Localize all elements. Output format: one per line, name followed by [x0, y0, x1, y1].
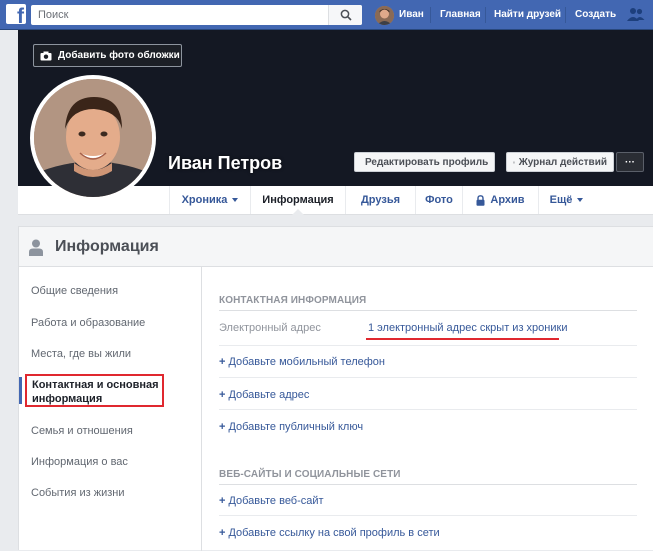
sidebar-item-contact-basic-info[interactable]: Контактная и основная информация [25, 374, 164, 407]
search-button[interactable] [328, 5, 362, 25]
sidebar-item-details-about-you[interactable]: Информация о вас [31, 456, 128, 468]
add-mobile-phone-label: Добавьте мобильный телефон [228, 356, 385, 368]
nav-user-profile[interactable] [375, 5, 394, 25]
active-indicator [19, 377, 22, 404]
sidebar-item-life-events[interactable]: События из жизни [31, 487, 124, 499]
facebook-logo-icon[interactable]: f [6, 4, 26, 24]
add-social-label: Добавьте ссылку на свой профиль в сети [228, 527, 439, 539]
contact-info-section-title: КОНТАКТНАЯ ИНФОРМАЦИЯ [219, 295, 366, 306]
tab-more[interactable]: Ещё [538, 186, 594, 214]
about-header: Информация [19, 227, 653, 267]
search-input[interactable] [31, 5, 333, 25]
add-address-link[interactable]: +Добавьте адрес [219, 389, 309, 401]
sidebar-divider [201, 267, 202, 551]
edit-profile-label: Редактировать профиль [365, 157, 488, 168]
lock-icon [476, 195, 485, 206]
nav-divider [565, 7, 566, 23]
tab-label: Фото [425, 194, 453, 206]
websites-section-title: ВЕБ-САЙТЫ И СОЦИАЛЬНЫЕ СЕТИ [219, 469, 401, 480]
nav-home-link[interactable]: Главная [440, 9, 481, 21]
nav-divider [485, 7, 486, 23]
add-social-link[interactable]: +Добавьте ссылку на свой профиль в сети [219, 527, 440, 539]
activity-log-label: Журнал действий [519, 157, 607, 168]
nav-divider [430, 7, 431, 23]
tab-photos[interactable]: Фото [415, 186, 462, 214]
section-divider [219, 484, 637, 485]
add-website-label: Добавьте веб-сайт [228, 495, 323, 507]
plus-icon: + [219, 389, 225, 401]
about-section: Информация Общие сведения Работа и образ… [18, 226, 653, 550]
profile-name: Иван Петров [168, 153, 282, 174]
highlight-underline [366, 338, 559, 340]
row-divider [219, 515, 637, 516]
tab-label: Архив [490, 194, 524, 206]
friend-requests-icon[interactable] [627, 7, 645, 25]
plus-icon: + [219, 527, 225, 539]
tab-label: Информация [262, 194, 333, 206]
logo-letter: f [17, 6, 24, 24]
chevron-down-icon [232, 198, 238, 202]
tab-label: Хроника [182, 194, 228, 206]
add-website-link[interactable]: +Добавьте веб-сайт [219, 495, 324, 507]
tab-label: Друзья [361, 194, 400, 206]
more-options-icon: ··· [625, 157, 635, 168]
email-label: Электронный адрес [219, 322, 321, 334]
sidebar-item-places-lived[interactable]: Места, где вы жили [31, 348, 131, 360]
left-page-margin [0, 30, 16, 550]
tab-about[interactable]: Информация [250, 186, 345, 214]
add-mobile-phone-link[interactable]: +Добавьте мобильный телефон [219, 356, 385, 368]
tab-timeline[interactable]: Хроника [169, 186, 250, 214]
row-divider [219, 377, 637, 378]
nav-find-friends-link[interactable]: Найти друзей [494, 9, 561, 21]
add-address-label: Добавьте адрес [228, 389, 309, 401]
email-hidden-link[interactable]: 1 электронный адрес скрыт из хроники [368, 322, 567, 334]
camera-icon [40, 51, 52, 61]
search-icon [340, 9, 352, 21]
about-sidebar-menu [19, 267, 201, 551]
profile-photo-image [34, 79, 152, 197]
about-title: Информация [55, 238, 159, 256]
person-icon [29, 239, 43, 256]
edit-profile-button[interactable]: Редактировать профиль [354, 152, 495, 172]
plus-icon: + [219, 421, 225, 433]
tab-archive[interactable]: Архив [462, 186, 538, 214]
tab-label: Ещё [550, 194, 573, 206]
more-options-button[interactable]: ··· [616, 152, 644, 172]
add-cover-photo-button[interactable]: Добавить фото обложки [33, 44, 182, 67]
add-public-key-label: Добавьте публичный ключ [228, 421, 363, 433]
row-divider [219, 345, 637, 346]
chevron-down-icon [577, 198, 583, 202]
plus-icon: + [219, 356, 225, 368]
sidebar-item-overview[interactable]: Общие сведения [31, 285, 118, 297]
top-navigation-bar: f Иван Главная Найти друзей Создать [0, 0, 653, 30]
tab-friends[interactable]: Друзья [345, 186, 415, 214]
plus-icon: + [219, 495, 225, 507]
sidebar-item-family-relationships[interactable]: Семья и отношения [31, 425, 133, 437]
add-cover-photo-label: Добавить фото обложки [58, 50, 180, 61]
section-divider [219, 310, 637, 311]
sidebar-item-work-education[interactable]: Работа и образование [31, 317, 145, 329]
activity-log-button[interactable]: Журнал действий [506, 152, 614, 172]
nav-create-link[interactable]: Создать [575, 9, 616, 21]
add-public-key-link[interactable]: +Добавьте публичный ключ [219, 421, 363, 433]
row-divider [219, 409, 637, 410]
list-icon [513, 158, 515, 167]
nav-user-name[interactable]: Иван [399, 9, 424, 21]
avatar [375, 6, 394, 25]
profile-picture[interactable] [30, 75, 156, 201]
search-box [31, 5, 362, 25]
